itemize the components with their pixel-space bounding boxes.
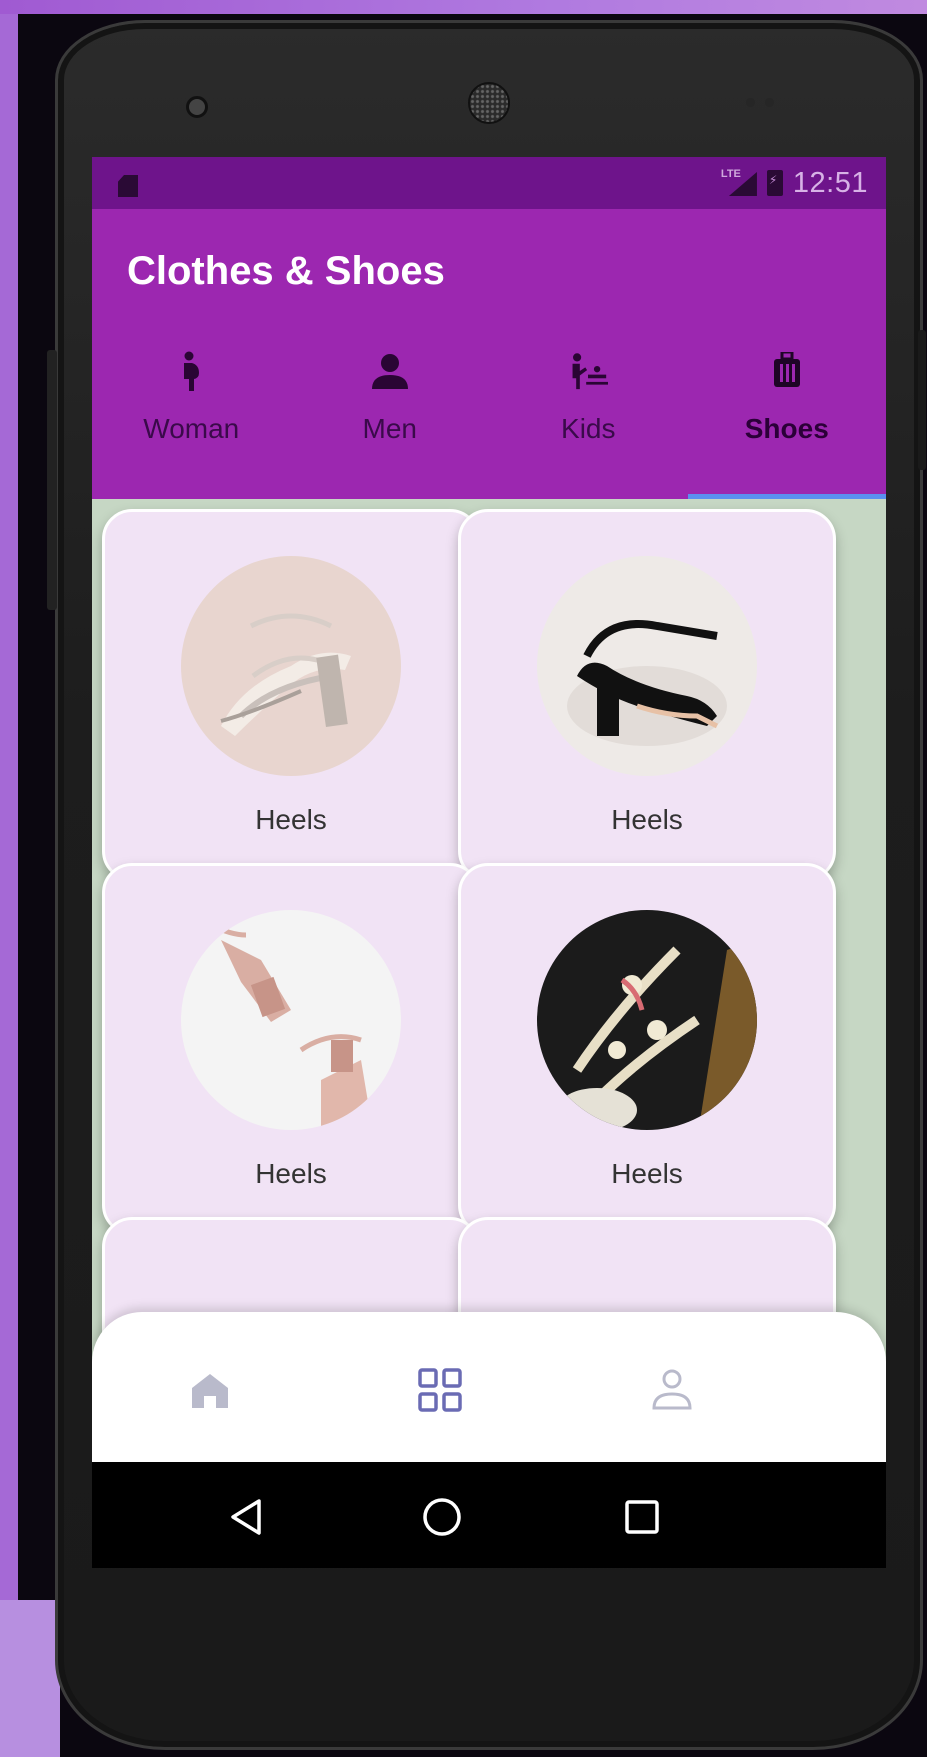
product-label: Heels (255, 804, 327, 835)
app-bar: Clothes & Shoes Woman Men Kids Shoes (92, 209, 886, 499)
recents-icon (625, 1500, 659, 1534)
front-camera (186, 96, 208, 118)
grid-icon (418, 1368, 462, 1412)
nav-profile-button[interactable] (642, 1360, 702, 1420)
product-card[interactable]: Heels (102, 509, 480, 881)
product-label: Heels (611, 1158, 683, 1189)
product-card[interactable]: Heels (102, 863, 480, 1235)
nav-home-button[interactable] (180, 1360, 240, 1420)
system-navigation-bar (92, 1462, 886, 1568)
product-image (181, 556, 401, 776)
product-label: Heels (611, 804, 683, 835)
tab-men[interactable]: Men (291, 339, 490, 499)
product-label: Heels (255, 1158, 327, 1189)
system-back-button[interactable] (222, 1492, 272, 1542)
backdrop-left-strip (0, 1600, 60, 1757)
product-grid: Heels Heels Heels Heels (92, 499, 886, 1462)
sim-card-icon (118, 175, 138, 197)
backdrop-top-strip (0, 0, 927, 14)
tab-woman[interactable]: Woman (92, 339, 291, 499)
product-image (537, 910, 757, 1130)
phone-side-button-right (918, 330, 926, 470)
status-clock: 12:51 (792, 166, 868, 199)
home-icon (192, 1374, 228, 1408)
category-tabs: Woman Men Kids Shoes (92, 339, 886, 499)
status-bar: LTE 12:51 (92, 157, 886, 209)
product-card[interactable]: Heels (458, 863, 836, 1235)
tab-kids[interactable]: Kids (489, 339, 688, 499)
tab-label: Woman (143, 413, 240, 444)
earpiece-speaker (468, 82, 510, 124)
tab-label: Men (362, 413, 417, 444)
person-icon (370, 349, 410, 393)
app-screen: LTE 12:51 Clothes & Shoes Woman (92, 157, 886, 1462)
pregnant-woman-icon (171, 349, 211, 393)
home-circle-icon (423, 1498, 461, 1536)
product-card[interactable]: Heels (458, 509, 836, 881)
luggage-icon (767, 349, 807, 393)
profile-icon (652, 1369, 692, 1410)
nav-grid-button[interactable] (410, 1360, 470, 1420)
system-recents-button[interactable] (617, 1492, 667, 1542)
system-home-button[interactable] (417, 1492, 467, 1542)
baby-changing-icon (568, 349, 609, 393)
battery-charging-icon (766, 170, 783, 196)
product-image (181, 910, 401, 1130)
tab-label: Kids (561, 413, 616, 444)
signal-icon: LTE (720, 168, 757, 196)
tab-label: Shoes (744, 413, 829, 444)
proximity-sensor (746, 98, 786, 108)
page-title: Clothes & Shoes (127, 249, 445, 293)
phone-side-button (47, 350, 57, 610)
tab-shoes[interactable]: Shoes (688, 339, 887, 499)
network-type-label: LTE (720, 168, 741, 180)
bottom-navigation (92, 1312, 886, 1462)
status-icons: LTE 12:51 (721, 167, 868, 199)
product-image (537, 556, 757, 776)
back-icon (231, 1499, 261, 1535)
